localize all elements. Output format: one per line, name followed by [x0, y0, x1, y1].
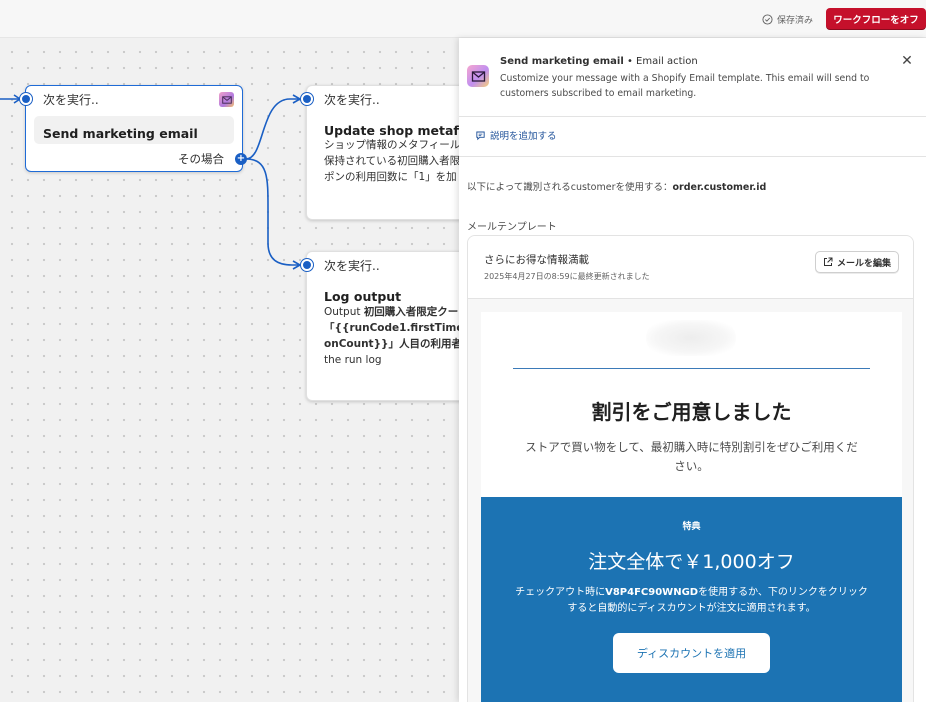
body-bold: 初回購入者限定クー [363, 306, 459, 318]
node-body-line: the run log [324, 354, 382, 366]
saved-label: 保存済み [777, 15, 814, 26]
panel-action-type: Email action [636, 56, 698, 67]
offer-section: 特典 注文全体で￥1,000オフ チェックアウト時にV8P4FC90WNGDを使… [481, 497, 902, 702]
preview-divider [513, 368, 870, 369]
offer-text: チェックアウト時にV8P4FC90WNGDを使用するか、下のリンクをクリックする… [511, 585, 872, 617]
send-marketing-email-node[interactable]: 次を実行.. Send marketing email その場合 [25, 85, 243, 172]
add-description-label: 説明を追加する [490, 131, 557, 142]
add-description-link[interactable]: 説明を追加する [475, 128, 557, 142]
node-body-line: ポンの利用回数に「1」を加 [324, 171, 457, 183]
identify-value: order.customer.id [672, 182, 767, 193]
panel-title: Send marketing email [500, 56, 624, 67]
edit-email-button[interactable]: メールを編集 [815, 251, 899, 273]
offer-text-before: チェックアウト時に [515, 587, 606, 598]
node-header: 次を実行.. [43, 92, 99, 107]
template-header: さらにお得な情報満載 2025年4月27日の8:59に最終更新されました メール… [468, 236, 913, 299]
email-icon [219, 92, 234, 107]
divider [459, 116, 926, 117]
node-input-port[interactable] [301, 93, 313, 105]
add-branch-icon[interactable]: + [235, 153, 247, 165]
node-input-port[interactable] [301, 259, 313, 271]
node-title-box: Send marketing email [34, 116, 234, 144]
preview-subtext: ストアで買い物をして、最初購入時に特別割引をぜひご利用ください。 [525, 440, 858, 473]
node-title: Log output [324, 289, 402, 304]
node-input-port[interactable] [20, 93, 32, 105]
log-output-node[interactable]: 次を実行.. Log output Output 初回購入者限定クー 「{{ru… [306, 251, 476, 401]
discount-code: V8P4FC90WNGD [605, 587, 699, 598]
identify-prefix: 以下によって識別されるcustomerを使用する： [467, 182, 673, 193]
panel-title-row: Send marketing email • Email action [500, 56, 698, 67]
email-preview: 割引をご用意しました ストアで買い物をして、最初購入時に特別割引をぜひご利用くだ… [481, 312, 902, 702]
divider [459, 156, 926, 157]
preview-heading: 割引をご用意しました [591, 400, 792, 424]
comment-icon [476, 131, 485, 140]
offer-title: 注文全体で￥1,000オフ [588, 551, 795, 573]
email-icon [467, 65, 489, 87]
store-logo [646, 320, 736, 356]
body-prefix: Output [324, 306, 364, 318]
close-icon[interactable]: ✕ [900, 54, 914, 68]
condition-label: その場合 [178, 152, 224, 166]
title-separator: • [623, 56, 637, 67]
connector-to-log [245, 158, 300, 266]
body-bold: onCount}}」人目の利用者 [324, 338, 463, 350]
connector-to-update [245, 98, 300, 160]
node-body-line: 「{{runCode1.firstTimeBu [324, 320, 476, 336]
top-bar: 保存済み ワークフローをオフ [0, 0, 926, 38]
node-body-line: 保持されている初回購入者限 [324, 155, 461, 167]
email-template-card: さらにお得な情報満載 2025年4月27日の8:59に最終更新されました メール… [467, 235, 914, 702]
node-body: ショップ情報のメタフィール 保持されている初回購入者限 ポンの利用回数に「1」を… [324, 137, 460, 185]
update-shop-metafield-node[interactable]: 次を実行.. Update shop metafiel ショップ情報のメタフィー… [306, 85, 476, 220]
node-body-line: ショップ情報のメタフィール [324, 139, 461, 151]
apply-discount-button[interactable]: ディスカウントを適用 [613, 633, 770, 673]
turn-off-workflow-button[interactable]: ワークフローをオフ [826, 8, 926, 30]
node-body-line: onCount}}」人目の利用者 [324, 336, 475, 352]
check-circle-icon [762, 13, 773, 25]
node-title: Send marketing email [43, 126, 198, 141]
edit-email-label: メールを編集 [836, 258, 891, 269]
customer-identifier: 以下によって識別されるcustomerを使用する：order.customer.… [467, 179, 766, 193]
email-action-panel: Send marketing email • Email action Cust… [459, 38, 926, 702]
node-body: Output 初回購入者限定クー 「{{runCode1.firstTimeBu… [324, 304, 476, 368]
saved-status: 保存済み [762, 12, 813, 26]
node-title: Update shop metafiel [324, 123, 476, 138]
node-header: 次を実行.. [324, 92, 380, 107]
template-section-label: メールテンプレート [467, 222, 557, 233]
body-bold: 「{{runCode1.firstTimeBu [324, 322, 476, 334]
node-body-line: Output 初回購入者限定クー [324, 304, 475, 320]
node-header: 次を実行.. [324, 258, 380, 273]
template-updated: 2025年4月27日の8:59に最終更新されました [484, 272, 650, 281]
template-name: さらにお得な情報満載 [484, 254, 589, 266]
offer-tag: 特典 [682, 522, 701, 532]
panel-description: Customize your message with a Shopify Em… [500, 73, 870, 99]
external-link-icon [823, 257, 833, 266]
